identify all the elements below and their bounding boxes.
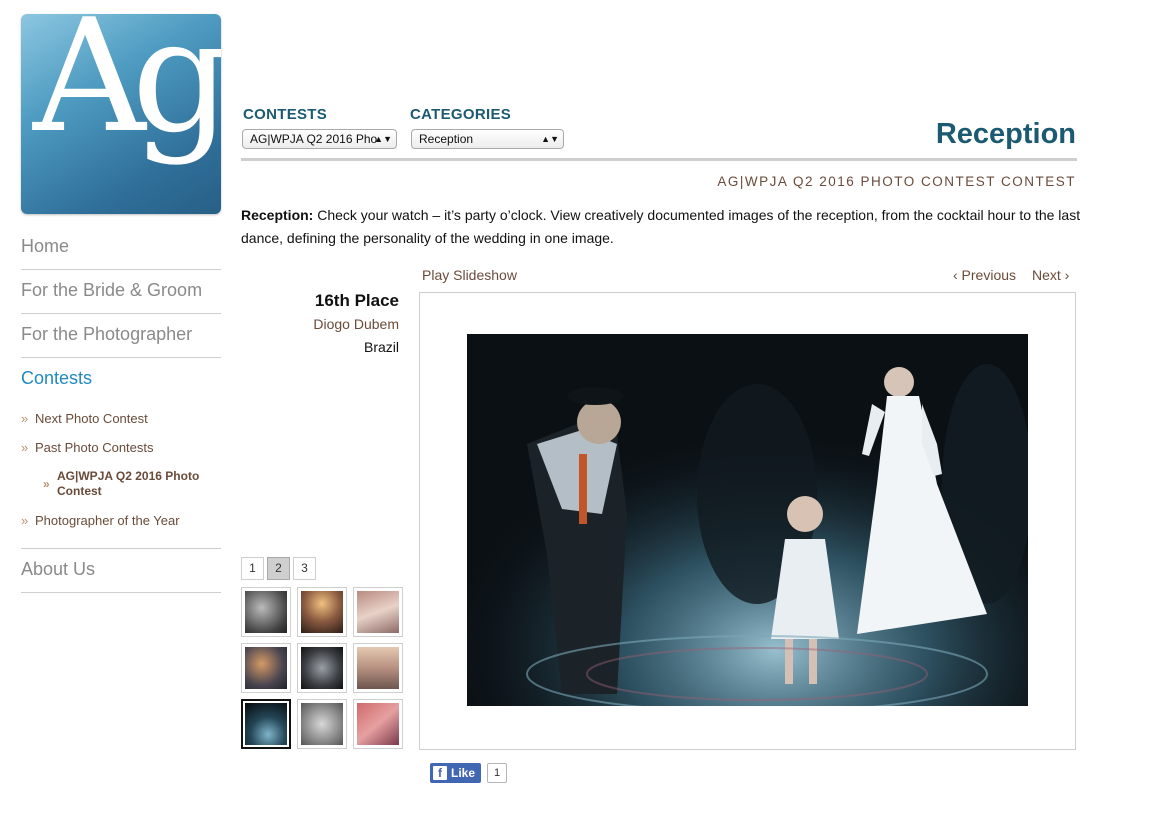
- next-link[interactable]: Next ›: [1032, 267, 1069, 283]
- category-description: Reception: Check your watch – it’s party…: [241, 204, 1081, 250]
- thumbnail[interactable]: [241, 643, 291, 693]
- subnav-label: Past Photo Contests: [35, 440, 154, 455]
- play-slideshow-link[interactable]: Play Slideshow: [422, 267, 517, 283]
- subnav-label: Photographer of the Year: [35, 513, 180, 528]
- thumbnail-image: [301, 591, 343, 633]
- previous-link[interactable]: ‹ Previous: [953, 267, 1016, 283]
- thumbnail-image: [301, 703, 343, 745]
- entry-place: 16th Place: [314, 291, 399, 310]
- thumbnail[interactable]: [297, 587, 347, 637]
- contests-subnav: » Next Photo Contest » Past Photo Contests…: [21, 401, 221, 549]
- nav-contests[interactable]: Contests: [21, 358, 221, 401]
- nav-bride-groom[interactable]: For the Bride & Groom: [21, 270, 221, 314]
- header-divider: [241, 158, 1077, 161]
- category-select-value: Reception: [419, 132, 474, 146]
- contests-label: CONTESTS: [243, 106, 328, 123]
- thumbnail[interactable]: [297, 699, 347, 749]
- sidebar-nav: Home For the Bride & Groom For the Photo…: [21, 226, 221, 593]
- updown-arrow-icon: ▲▼: [374, 134, 392, 144]
- thumbnail-image: [245, 703, 287, 745]
- site-logo[interactable]: Ag: [21, 14, 221, 214]
- contest-name: AG|WPJA Q2 2016 PHOTO CONTEST CONTEST: [717, 174, 1076, 189]
- thumbnail-grid: [241, 587, 405, 749]
- facebook-icon: f: [433, 766, 447, 780]
- updown-arrow-icon: ▲▼: [541, 134, 559, 144]
- photo-frame: [419, 292, 1076, 750]
- subnav-current-contest[interactable]: » AG|WPJA Q2 2016 Photo Contest: [21, 463, 221, 507]
- page-3-button[interactable]: 3: [293, 557, 316, 580]
- like-label: Like: [451, 766, 476, 780]
- thumbnail[interactable]: [353, 643, 403, 693]
- thumbnail-image: [245, 591, 287, 633]
- description-text: Check your watch – it’s party o’clock. V…: [241, 207, 1081, 246]
- photo-illustration: [467, 334, 1028, 706]
- page-title: Reception: [935, 118, 1076, 150]
- thumbnail-image: [357, 591, 399, 633]
- thumbnail-current[interactable]: [241, 699, 291, 749]
- entry-country: Brazil: [363, 339, 399, 355]
- subnav-label: Next Photo Contest: [35, 411, 148, 426]
- nav-home[interactable]: Home: [21, 226, 221, 270]
- featured-photo[interactable]: [467, 334, 1028, 706]
- facebook-like-widget: f Like 1: [430, 763, 508, 783]
- photographer-name-link[interactable]: Diogo Dubem: [313, 316, 399, 332]
- thumbnail-image: [301, 647, 343, 689]
- thumbnail-image: [357, 703, 399, 745]
- contest-select-value: AG|WPJA Q2 2016 Pho: [250, 132, 378, 146]
- bullet-icon: »: [21, 440, 29, 455]
- thumbnail[interactable]: [353, 587, 403, 637]
- categories-label: CATEGORIES: [410, 106, 512, 123]
- subnav-past-contests[interactable]: » Past Photo Contests: [21, 434, 221, 463]
- subnav-photographer-of-year[interactable]: » Photographer of the Year: [21, 507, 221, 536]
- logo-text: Ag: [33, 14, 221, 167]
- bullet-icon: »: [21, 411, 29, 426]
- bullet-icon: »: [21, 513, 29, 528]
- subnav-next-contest[interactable]: » Next Photo Contest: [21, 405, 221, 434]
- contest-select[interactable]: AG|WPJA Q2 2016 Pho ▲▼: [242, 129, 397, 149]
- page-1-button[interactable]: 1: [241, 557, 264, 580]
- subnav-label: AG|WPJA Q2 2016 Photo Contest: [57, 469, 200, 498]
- thumbnail[interactable]: [297, 643, 347, 693]
- thumbnail-image: [357, 647, 399, 689]
- facebook-like-button[interactable]: f Like: [430, 763, 482, 783]
- thumbnail[interactable]: [241, 587, 291, 637]
- bullet-icon: »: [43, 477, 50, 491]
- like-count: 1: [487, 763, 508, 783]
- nav-photographer[interactable]: For the Photographer: [21, 314, 221, 358]
- page-2-button[interactable]: 2: [267, 557, 290, 580]
- nav-about[interactable]: About Us: [21, 549, 221, 593]
- description-label: Reception:: [241, 207, 314, 223]
- thumbnail[interactable]: [353, 699, 403, 749]
- thumbnail-image: [245, 647, 287, 689]
- category-select[interactable]: Reception ▲▼: [411, 129, 564, 149]
- pagination: 1 2 3: [241, 557, 316, 580]
